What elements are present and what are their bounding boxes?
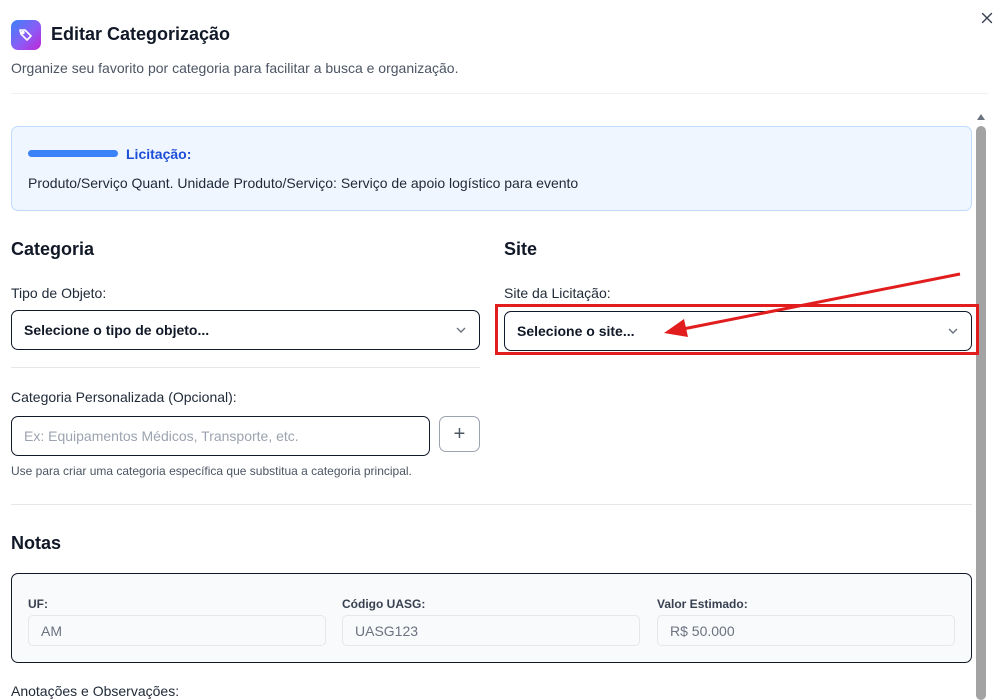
categoria-hint: Use para criar uma categoria específica … [11, 464, 412, 478]
dialog-subtitle: Organize seu favorito por categoria para… [11, 60, 459, 76]
tag-icon [11, 20, 41, 50]
uf-label: UF: [28, 597, 48, 611]
close-icon[interactable] [978, 9, 996, 27]
codigo-uasg-field[interactable] [342, 615, 640, 646]
annotation-arrow-icon [664, 272, 961, 337]
notas-box: UF: Código UASG: Valor Estimado: [11, 573, 972, 663]
scroll-up-arrow-icon[interactable] [977, 114, 985, 120]
licitacao-label: Licitação: [126, 146, 192, 162]
scrollbar-thumb[interactable] [976, 126, 986, 700]
licitacao-accent-bar [28, 150, 118, 157]
notas-divider [11, 504, 972, 505]
categoria-section-title: Categoria [11, 239, 95, 259]
dialog-title: Editar Categorização [51, 24, 231, 44]
site-licitacao-label: Site da Licitação: [504, 285, 611, 301]
add-category-button[interactable]: + [439, 416, 480, 452]
categoria-personalizada-label: Categoria Personalizada (Opcional): [11, 389, 237, 405]
codigo-uasg-label: Código UASG: [342, 597, 426, 611]
uf-field[interactable] [28, 615, 326, 646]
scrollbar[interactable] [974, 110, 988, 700]
plus-icon: + [453, 422, 466, 445]
tipo-objeto-select-value: Selecione o tipo de objeto... [24, 322, 210, 338]
categoria-personalizada-input[interactable] [11, 416, 430, 456]
licitacao-info-box: Licitação: Produto/Serviço Quant. Unidad… [11, 126, 972, 211]
tipo-objeto-label: Tipo de Objeto: [11, 285, 107, 301]
site-section-title: Site [504, 239, 538, 259]
header-divider [11, 93, 988, 94]
licitacao-description: Produto/Serviço Quant. Unidade Produto/S… [28, 175, 579, 191]
valor-estimado-label: Valor Estimado: [657, 597, 748, 611]
valor-estimado-field[interactable] [657, 615, 955, 646]
tipo-objeto-select[interactable]: Selecione o tipo de objeto... [11, 310, 480, 350]
chevron-down-icon [456, 327, 466, 333]
notas-section-title: Notas [11, 533, 62, 553]
anotacoes-label: Anotações e Observações: [11, 683, 180, 699]
categoria-divider [11, 367, 480, 368]
